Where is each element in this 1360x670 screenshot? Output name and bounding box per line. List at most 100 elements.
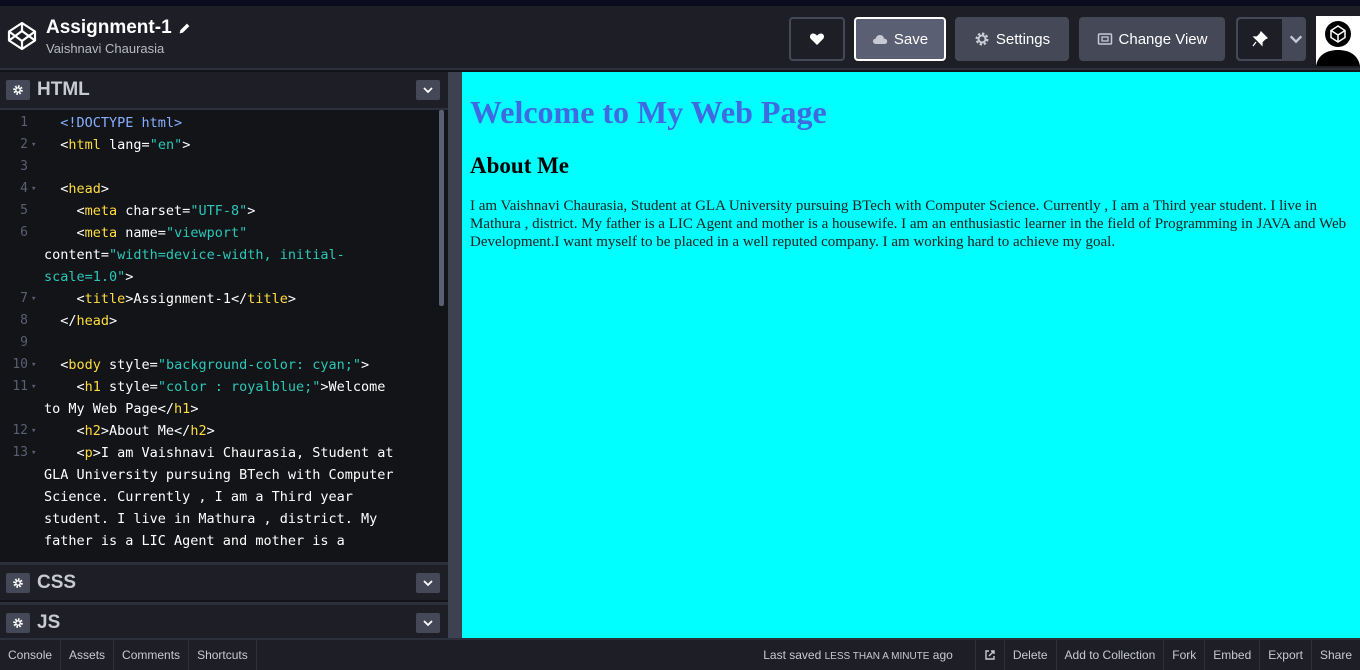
chevron-down-icon	[1289, 35, 1302, 44]
code-text: <body style="background-color: cyan;">	[44, 357, 370, 373]
chevron-down-icon	[423, 87, 433, 94]
code-line[interactable]: 5 <meta charset="UTF-8">	[0, 200, 438, 222]
code-line[interactable]: student. I live in Mathura , district. M…	[0, 508, 438, 530]
code-text: scale=1.0">	[44, 269, 134, 285]
gear-icon	[975, 32, 989, 46]
code-line[interactable]: father is a LIC Agent and mother is a	[0, 530, 438, 552]
preview-subheading: About Me	[470, 153, 570, 178]
line-number: 13	[12, 445, 28, 460]
fold-toggle-icon[interactable]: ▾	[31, 376, 36, 398]
line-number: 7	[20, 291, 28, 306]
code-line[interactable]: 7 ▾ <title>Assignment-1</title>	[0, 288, 438, 310]
footer-right: Last saved LESS THAN A MINUTE ago Delete…	[763, 640, 1360, 670]
external-link-icon	[985, 650, 995, 660]
code-line[interactable]: 11 ▾ <h1 style="color : royalblue;">Welco…	[0, 376, 438, 398]
code-text: <title>Assignment-1</title>	[44, 291, 296, 307]
code-line[interactable]: 10 ▾ <body style="background-color: cyan;…	[0, 354, 438, 376]
html-code-editor[interactable]: 1 <!DOCTYPE html> 2 ▾ <html lang="en"> 3 4 ▾ …	[0, 112, 438, 562]
code-line[interactable]: 9	[0, 332, 438, 354]
fold-toggle-icon[interactable]: ▾	[31, 354, 36, 376]
footer-fork-button[interactable]: Fork	[1163, 640, 1204, 670]
html-settings-button[interactable]	[6, 80, 30, 100]
code-line[interactable]: 8 </head>	[0, 310, 438, 332]
code-scrollbar[interactable]	[439, 110, 444, 306]
footer-shortcuts-button[interactable]: Shortcuts	[189, 640, 257, 670]
footer-console-button[interactable]: Console	[0, 640, 62, 670]
code-text: to My Web Page</h1>	[44, 401, 199, 417]
code-text: <head>	[44, 181, 110, 197]
pin-dropdown[interactable]	[1288, 31, 1304, 47]
code-line[interactable]: 3	[0, 156, 438, 178]
code-line[interactable]: 6 <meta name="viewport"	[0, 222, 438, 244]
code-line[interactable]: 4 ▾ <head>	[0, 178, 438, 200]
last-saved-suffix: ago	[932, 648, 953, 662]
code-text: <html lang="en">	[44, 137, 191, 153]
avatar[interactable]	[1316, 16, 1360, 66]
footer-bar: Console Assets Comments Shortcuts Last save…	[0, 638, 1360, 670]
footer-export-button[interactable]: Export	[1259, 640, 1311, 670]
pin-button[interactable]	[1236, 17, 1306, 61]
pen-author[interactable]: Vaishnavi Chaurasia	[46, 41, 191, 56]
fold-toggle-icon[interactable]: ▾	[31, 288, 36, 310]
edit-pencil-icon[interactable]	[178, 22, 191, 35]
fold-toggle-icon[interactable]: ▾	[31, 442, 36, 464]
code-line[interactable]: 13 ▾ <p>I am Vaishnavi Chaurasia, Student…	[0, 442, 438, 464]
footer-right-buttons: Delete Add to Collection Fork Embed Export Sh…	[1003, 640, 1360, 670]
js-panel-title: JS	[37, 611, 61, 633]
css-panel-title: CSS	[37, 571, 77, 593]
pen-title[interactable]: Assignment-1	[46, 17, 191, 39]
heart-icon	[809, 33, 825, 45]
code-text: student. I live in Mathura , district. M…	[44, 511, 378, 527]
code-text: <h1 style="color : royalblue;">Welcome	[44, 379, 386, 395]
change-view-label: Change View	[1118, 30, 1208, 48]
code-line[interactable]: Science. Currently , I am a Third year	[0, 486, 438, 508]
footer-delete-button[interactable]: Delete	[1003, 640, 1056, 670]
code-line[interactable]: content="width=device-width, initial-	[0, 244, 438, 266]
fold-toggle-icon[interactable]: ▾	[31, 134, 36, 156]
code-line[interactable]: scale=1.0">	[0, 266, 438, 288]
line-number: 3	[20, 159, 28, 174]
footer-add-to-collection-button[interactable]: Add to Collection	[1055, 640, 1164, 670]
footer-share-button[interactable]: Share	[1310, 640, 1360, 670]
footer-assets-button[interactable]: Assets	[61, 640, 115, 670]
gear-icon	[13, 85, 23, 95]
open-external-button[interactable]	[974, 640, 1004, 670]
codepen-logo-icon[interactable]	[6, 20, 38, 52]
css-panel-header[interactable]: CSS	[0, 562, 448, 600]
fold-toggle-icon[interactable]: ▾	[31, 420, 36, 442]
pen-title-area: Assignment-1 Vaishnavi Chaurasia	[46, 17, 191, 56]
save-button[interactable]: Save	[854, 17, 946, 61]
resize-divider[interactable]	[448, 72, 462, 638]
js-collapse-button[interactable]	[416, 613, 440, 633]
html-panel-header[interactable]: HTML	[0, 72, 448, 110]
footer-embed-button[interactable]: Embed	[1204, 640, 1259, 670]
html-collapse-button[interactable]	[416, 80, 440, 100]
pin-part[interactable]	[1238, 19, 1282, 59]
user-avatar-icon	[1316, 16, 1360, 66]
code-line[interactable]: 2 ▾ <html lang="en">	[0, 134, 438, 156]
line-number: 2	[20, 137, 28, 152]
js-settings-button[interactable]	[6, 612, 30, 633]
line-number: 6	[20, 225, 28, 240]
code-text: father is a LIC Agent and mother is a	[44, 533, 345, 549]
code-text: Science. Currently , I am a Third year	[44, 489, 353, 505]
js-panel-header[interactable]: JS	[0, 602, 448, 640]
pen-title-text: Assignment-1	[46, 17, 172, 38]
line-number: 11	[12, 379, 28, 394]
code-line[interactable]: to My Web Page</h1>	[0, 398, 438, 420]
code-line[interactable]: 1 <!DOCTYPE html>	[0, 112, 438, 134]
code-text: <!DOCTYPE html>	[60, 115, 183, 131]
css-collapse-button[interactable]	[416, 573, 440, 593]
fold-toggle-icon[interactable]: ▾	[31, 178, 36, 200]
code-line[interactable]: 12 ▾ <h2>About Me</h2>	[0, 420, 438, 442]
gear-icon	[13, 577, 23, 588]
line-number: 10	[12, 357, 28, 372]
code-line[interactable]: GLA University pursuing BTech with Compu…	[0, 464, 438, 486]
love-button[interactable]	[789, 17, 845, 61]
footer-left-buttons: Console Assets Comments Shortcuts	[0, 640, 257, 670]
change-view-button[interactable]: Change View	[1079, 17, 1225, 61]
code-text: content="width=device-width, initial-	[44, 247, 345, 263]
settings-button[interactable]: Settings	[955, 17, 1069, 61]
css-settings-button[interactable]	[6, 572, 30, 593]
footer-comments-button[interactable]: Comments	[114, 640, 190, 670]
